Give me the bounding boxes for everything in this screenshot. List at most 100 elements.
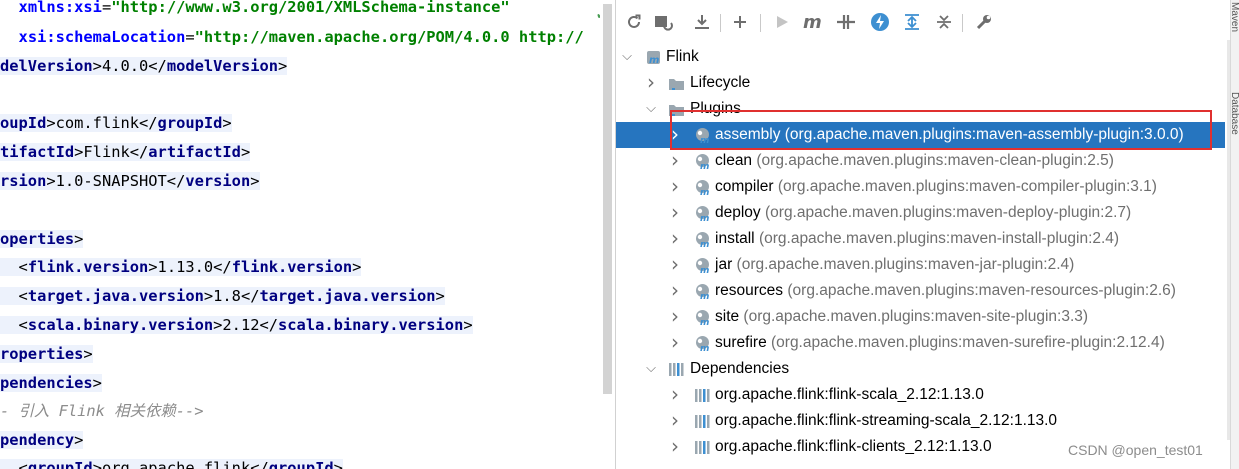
code-line[interactable]: pendencies>: [0, 371, 102, 395]
code-token: >: [463, 316, 473, 334]
code-token: flink.version: [231, 258, 353, 276]
tree-item-name: compiler: [715, 178, 774, 195]
code-token: oupId: [0, 114, 47, 132]
chevron-right-icon[interactable]: ›: [668, 147, 682, 173]
tree-plugin-surefire[interactable]: › m surefire (org.apache.maven.plugins:mav…: [616, 330, 1225, 356]
tree-plugins[interactable]: ⌵ Plugins: [616, 96, 1225, 122]
tree-plugin-assembly[interactable]: › m assembly (org.apache.maven.plugins:mav…: [616, 122, 1225, 148]
tree-item-name: Lifecycle: [690, 74, 751, 91]
code-line[interactable]: tifactId>Flink</artifactId>: [0, 140, 251, 164]
side-tab-maven[interactable]: Maven: [1229, 2, 1239, 32]
tree-plugin-site[interactable]: › m site (org.apache.maven.plugins:maven-s…: [616, 304, 1225, 330]
tree-item-name: Plugins: [690, 100, 741, 117]
code-token: >: [92, 374, 102, 392]
chevron-right-icon[interactable]: ›: [668, 199, 682, 225]
tree-plugin-install[interactable]: › m install (org.apache.maven.plugins:mave…: [616, 226, 1225, 252]
reload-icon[interactable]: [622, 10, 646, 34]
code-token: >: [333, 459, 343, 469]
toggle-offline-icon[interactable]: [834, 10, 858, 34]
chevron-right-icon[interactable]: ›: [668, 173, 682, 199]
tree-lifecycle[interactable]: › Lifecycle: [616, 70, 1225, 96]
library-icon: [694, 413, 711, 430]
tree-item-label: Lifecycle: [690, 70, 750, 96]
chevron-down-icon[interactable]: ⌵: [644, 356, 658, 382]
plugin-icon: m: [694, 231, 711, 250]
chevron-right-icon[interactable]: ›: [668, 381, 682, 407]
tree-plugin-jar[interactable]: › m jar (org.apache.maven.plugins:maven-ja…: [616, 252, 1225, 278]
toolbar-separator: [720, 14, 721, 32]
chevron-down-icon[interactable]: ⌵: [644, 96, 658, 122]
code-line[interactable]: xmlns:xsi="http://www.w3.org/2001/XMLSch…: [0, 0, 510, 19]
code-line[interactable]: xsi:schemaLocation="http://maven.apache.…: [0, 25, 584, 49]
tree-plugin-resources[interactable]: › m resources (org.apache.maven.plugins:ma…: [616, 278, 1225, 304]
download-icon[interactable]: [690, 10, 714, 34]
tree-dependencies[interactable]: ⌵ Dependencies: [616, 356, 1225, 382]
code-token: tifactId: [0, 143, 75, 161]
tree-dep-flink-scala[interactable]: › org.apache.flink:flink-scala_2.12:1.13.…: [616, 382, 1225, 408]
tree-item-label: clean (org.apache.maven.plugins:maven-cl…: [715, 148, 1114, 174]
toolbar-separator: [962, 14, 963, 32]
code-line[interactable]: operties>: [0, 227, 84, 251]
chevron-right-icon[interactable]: ›: [668, 251, 682, 277]
settings-wrench-icon[interactable]: [972, 10, 996, 34]
code-token: - 引入 Flink 相关依赖-->: [0, 402, 204, 420]
tree-plugin-deploy[interactable]: › m deploy (org.apache.maven.plugins:maven…: [616, 200, 1225, 226]
add-icon[interactable]: [728, 10, 752, 34]
code-line[interactable]: delVersion>4.0.0</modelVersion>: [0, 54, 288, 78]
tree-item-label: deploy (org.apache.maven.plugins:maven-d…: [715, 200, 1131, 226]
code-line[interactable]: <target.java.version>1.8</target.java.ve…: [0, 284, 445, 308]
tree-item-name: assembly: [715, 126, 781, 143]
code-line[interactable]: pendency>: [0, 428, 84, 452]
svg-text:m: m: [649, 55, 659, 66]
tree-plugin-compiler[interactable]: › m compiler (org.apache.maven.plugins:mav…: [616, 174, 1225, 200]
show-dependencies-icon[interactable]: [900, 10, 924, 34]
code-line[interactable]: - 引入 Flink 相关依赖-->: [0, 399, 204, 423]
editor-scrollbar-thumb[interactable]: [603, 4, 612, 394]
chevron-right-icon[interactable]: ›: [644, 69, 658, 95]
tree-item-name: org.apache.flink:flink-streaming-scala_2…: [715, 412, 1058, 429]
collapse-all-icon[interactable]: [932, 10, 956, 34]
chevron-right-icon[interactable]: ›: [668, 407, 682, 433]
tree-item-name: org.apache.flink:flink-scala_2.12:1.13.0: [715, 386, 984, 403]
plugin-icon: m: [694, 335, 711, 354]
code-token: rsion: [0, 172, 47, 190]
code-token: >4.0.0</: [92, 57, 167, 75]
plugin-icon: m: [694, 257, 711, 276]
tree-item-coordinates: (org.apache.maven.plugins:maven-site-plu…: [739, 308, 1089, 325]
code-token: >: [352, 258, 362, 276]
tree-item-label: Plugins: [690, 96, 741, 122]
code-token: >2.12</: [213, 316, 279, 334]
tree-item-label: surefire (org.apache.maven.plugins:maven…: [715, 330, 1165, 356]
code-token: modelVersion: [166, 57, 279, 75]
chevron-right-icon[interactable]: ›: [668, 277, 682, 303]
code-line[interactable]: roperties>: [0, 342, 93, 366]
tree-plugin-clean[interactable]: › m clean (org.apache.maven.plugins:maven-…: [616, 148, 1225, 174]
svg-text:m: m: [700, 188, 709, 196]
code-line[interactable]: oupId>com.flink</groupId>: [0, 111, 232, 135]
code-token: target.java.version: [259, 287, 436, 305]
tree-project-flink[interactable]: ⌵ m Flink: [616, 44, 1225, 70]
xml-editor[interactable]: xmlns:xsi="http://www.w3.org/2001/XMLSch…: [0, 0, 600, 469]
side-tab-database[interactable]: Database: [1229, 92, 1239, 135]
chevron-right-icon[interactable]: ›: [668, 225, 682, 251]
chevron-right-icon[interactable]: ›: [668, 433, 682, 459]
chevron-right-icon[interactable]: ›: [668, 329, 682, 355]
plugin-icon: m: [694, 127, 711, 146]
chevron-right-icon[interactable]: ›: [668, 121, 682, 147]
tree-item-label: site (org.apache.maven.plugins:maven-sit…: [715, 304, 1088, 330]
code-token: pendencies: [0, 374, 93, 392]
execute-goal-icon[interactable]: m: [802, 10, 826, 34]
chevron-right-icon[interactable]: ›: [668, 303, 682, 329]
code-token: flink.version: [27, 258, 149, 276]
skip-tests-icon[interactable]: [868, 10, 892, 34]
code-line[interactable]: <groupId>org.apache.flink</groupId>: [0, 456, 343, 469]
generate-sources-icon[interactable]: [652, 10, 676, 34]
tree-dep-flink-streaming-scala[interactable]: › org.apache.flink:flink-streaming-scala_…: [616, 408, 1225, 434]
tree-item-coordinates: (org.apache.maven.plugins:maven-jar-plug…: [732, 256, 1075, 273]
tree-item-coordinates: (org.apache.maven.plugins:maven-install-…: [754, 230, 1120, 247]
code-line[interactable]: <scala.binary.version>2.12</scala.binary…: [0, 313, 473, 337]
code-line[interactable]: rsion>1.0-SNAPSHOT</version>: [0, 169, 260, 193]
chevron-down-icon[interactable]: ⌵: [620, 44, 634, 70]
run-icon[interactable]: [770, 10, 794, 34]
code-line[interactable]: <flink.version>1.13.0</flink.version>: [0, 255, 362, 279]
